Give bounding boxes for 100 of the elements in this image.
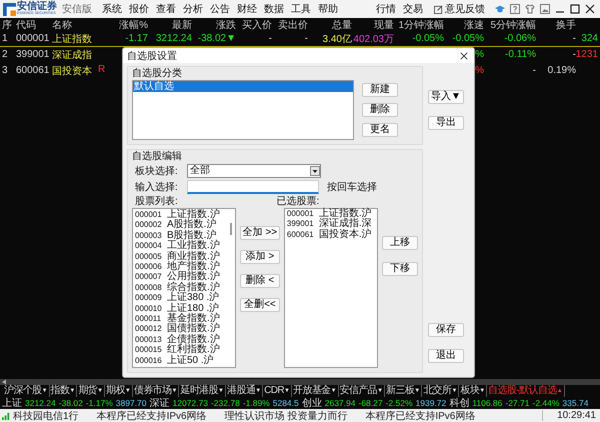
column-header[interactable]: 总量 <box>310 18 354 32</box>
nav-link[interactable]: 交易 <box>400 2 426 16</box>
clock-time: 10:29:41 <box>542 410 600 421</box>
column-header[interactable]: 换手 <box>538 18 578 32</box>
field-label: 输入选择: <box>135 180 179 194</box>
dialog-button[interactable]: 全加 >> <box>240 226 280 240</box>
list-item[interactable]: 000012 国债指数.沪 <box>133 324 229 335</box>
menu-item[interactable]: 系统 <box>99 2 125 16</box>
image-icon[interactable] <box>540 4 550 14</box>
table-cell: -0.05% <box>452 33 484 44</box>
maximize-icon[interactable] <box>570 4 580 14</box>
column-header[interactable]: 涨跌 <box>194 18 238 32</box>
status-message: 本程序已经支持IPv6网络 <box>96 410 207 422</box>
status-message: 本程序已经支持IPv6网络 <box>365 410 476 422</box>
index-value: 335.74 <box>562 398 588 408</box>
dialog-button[interactable]: 上移 <box>382 236 418 250</box>
index-name: 科创 <box>449 396 470 410</box>
list-item[interactable]: 000009 上证380 .沪 <box>133 293 229 304</box>
close-icon[interactable] <box>460 52 468 60</box>
nav-link[interactable]: 行情 <box>373 2 399 16</box>
dialog-button[interactable]: 新建 <box>362 83 398 97</box>
column-header[interactable]: 涨幅% <box>110 18 150 32</box>
list-item[interactable]: 399001 深证成指.深 <box>284 219 377 230</box>
logo-icon <box>3 2 16 16</box>
group-label: 自选股分类 <box>132 68 183 80</box>
dialog-title: 自选股设置 <box>127 50 177 62</box>
list-item[interactable]: 000002 A股指数.沪 <box>133 220 229 231</box>
field-label: 板块选择: <box>135 164 179 178</box>
shirt-icon[interactable] <box>525 4 535 14</box>
sector-dropdown[interactable]: 全部 <box>187 164 321 178</box>
table-cell: 0.19% <box>548 65 576 76</box>
dialog-button[interactable]: 退出 <box>428 349 464 363</box>
index-value: 5284.5 <box>272 398 299 408</box>
list-item[interactable]: 默认自选 <box>133 81 353 92</box>
signal-icon <box>2 411 11 420</box>
menu-item[interactable]: 数据 <box>261 2 287 16</box>
index-value: -232.78 <box>210 398 240 408</box>
dialog-button[interactable]: 更名 <box>362 123 398 137</box>
help-icon[interactable] <box>510 4 520 14</box>
table-cell: - <box>572 33 576 44</box>
dialog-button[interactable]: 导入▼ <box>428 90 464 104</box>
menu-item[interactable]: 分析 <box>180 2 206 16</box>
dialog-button[interactable]: 添加 > <box>240 250 280 264</box>
flag-marker: R <box>98 64 106 76</box>
index-value: -2.52% <box>386 398 413 408</box>
close-icon[interactable] <box>585 4 595 14</box>
column-header[interactable]: 1分钟涨幅 <box>396 18 446 32</box>
menu-item[interactable]: 查看 <box>153 2 179 16</box>
menu-item[interactable]: 报价 <box>126 2 152 16</box>
left-arrow-icon[interactable] <box>1 379 7 385</box>
table-cell-text: 上证指数 <box>52 32 92 46</box>
column-header[interactable]: 最新 <box>150 18 194 32</box>
index-value: 1106.86 <box>472 398 502 408</box>
list-item[interactable]: 000016 上证50 .沪 <box>133 356 229 366</box>
dialog-button[interactable]: 删除 <box>362 103 398 117</box>
dialog-button[interactable]: 全删<< <box>240 298 280 312</box>
table-cell: % <box>475 65 484 76</box>
list-item[interactable]: 000007 公用指数.沪 <box>133 272 229 283</box>
dialog-button[interactable]: 导出 <box>428 116 464 130</box>
table-cell: -1.17 <box>125 33 148 44</box>
group-label: 自选股编辑 <box>132 151 183 163</box>
table-cell: - <box>532 65 536 76</box>
hint-text: 按回车选择 <box>327 180 377 194</box>
stock-input-field[interactable] <box>187 180 319 194</box>
column-header[interactable]: 现量 <box>354 18 396 32</box>
table-cell: 600061 <box>16 65 50 76</box>
column-header[interactable]: 涨速 <box>446 18 486 32</box>
menu-item[interactable]: 公告 <box>207 2 233 16</box>
list-item[interactable]: 600061 国投资本.沪 <box>284 230 377 240</box>
list-item[interactable]: 000015 红利指数.沪 <box>133 345 229 356</box>
column-header[interactable]: 5分钟涨幅 <box>486 18 538 32</box>
graduation-cap-icon[interactable] <box>495 4 505 14</box>
brand-name: 安信证券 <box>17 2 57 12</box>
index-name: 上证 <box>2 396 22 410</box>
column-header[interactable]: 名称 <box>50 18 110 32</box>
table-cell-text: 国投资本 <box>52 64 92 78</box>
column-header[interactable]: 卖出价 <box>274 18 310 32</box>
index-value: -27.71 <box>505 398 530 408</box>
table-cell: 1231 <box>576 49 598 60</box>
index-value: 3897.70 <box>116 398 147 408</box>
scrollbar-thumb[interactable] <box>230 223 232 235</box>
edition-label: 安信版 <box>62 2 92 16</box>
menu-item[interactable]: 财经 <box>234 2 260 16</box>
table-cell: 3212.24 <box>156 33 192 44</box>
dialog-button[interactable]: 保存 <box>428 323 464 337</box>
index-value: -1.89% <box>242 398 270 408</box>
menu-item[interactable]: 工具 <box>288 2 314 16</box>
horizontal-scrollbar[interactable] <box>0 379 600 385</box>
table-cell: -0.11% <box>505 49 536 60</box>
column-header[interactable]: 序 <box>0 18 14 32</box>
dialog-button[interactable]: 删除 < <box>240 274 280 288</box>
edit-icon <box>434 4 443 14</box>
table-cell-text: 深证成指 <box>52 48 92 62</box>
list-item[interactable]: 000004 工业指数.沪 <box>133 241 229 252</box>
index-value: 12072.73 <box>172 398 208 408</box>
menu-item[interactable]: 帮助 <box>315 2 341 16</box>
column-header[interactable]: 代码 <box>14 18 50 32</box>
feedback-button[interactable]: 意见反馈 <box>431 2 488 16</box>
dialog-button[interactable]: 下移 <box>382 262 418 276</box>
column-header[interactable]: 买入价 <box>238 18 274 32</box>
